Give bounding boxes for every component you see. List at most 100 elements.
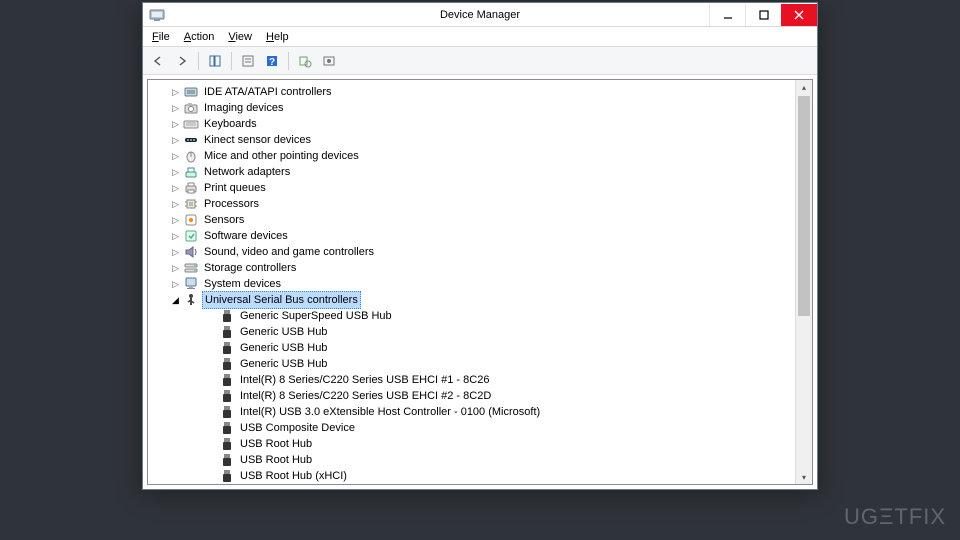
tree-device[interactable]: Generic USB Hub [148, 356, 795, 372]
device-manager-window: Device Manager File Action View Help [142, 2, 818, 490]
tree-item-label: Intel(R) 8 Series/C220 Series USB EHCI #… [238, 388, 493, 404]
usbdev-icon [219, 388, 235, 404]
menu-action[interactable]: Action [179, 30, 220, 44]
toolbar: ? [143, 47, 817, 75]
device-tree[interactable]: ▷ IDE ATA/ATAPI controllers▷Imaging devic… [148, 80, 795, 484]
tree-item-label: System devices [202, 276, 283, 292]
tree-category[interactable]: ▷ Sound, video and game controllers [148, 244, 795, 260]
expand-icon[interactable]: ▷ [170, 231, 181, 242]
tree-category[interactable]: ▷ Mice and other pointing devices [148, 148, 795, 164]
mouse-icon [183, 148, 199, 164]
camera-icon [183, 100, 199, 116]
expand-icon[interactable]: ▷ [170, 215, 181, 226]
tree-category[interactable]: ▷ Storage controllers [148, 260, 795, 276]
expand-icon[interactable]: ▷ [170, 119, 181, 130]
tree-category[interactable]: ▷ Network adapters [148, 164, 795, 180]
tree-device[interactable]: Generic SuperSpeed USB Hub [148, 308, 795, 324]
tree-item-label: Network adapters [202, 164, 292, 180]
usbdev-icon [219, 420, 235, 436]
tree-category[interactable]: ▷Software devices [148, 228, 795, 244]
usbdev-icon [219, 436, 235, 452]
scan-hardware-button[interactable] [294, 50, 316, 72]
tree-item-label: Processors [202, 196, 261, 212]
tree-device[interactable]: USB Composite Device [148, 420, 795, 436]
tree-spacer [206, 455, 217, 466]
tree-category[interactable]: ▷ System devices [148, 276, 795, 292]
help-button[interactable]: ? [261, 50, 283, 72]
tree-category[interactable]: ▷Keyboards [148, 116, 795, 132]
tree-item-label: Generic SuperSpeed USB Hub [238, 308, 394, 324]
expand-icon[interactable]: ▷ [170, 247, 181, 258]
tree-item-label: Sound, video and game controllers [202, 244, 376, 260]
tree-item-label: USB Root Hub [238, 452, 314, 468]
scroll-down-arrow[interactable]: ▾ [796, 470, 812, 484]
tree-category[interactable]: ▷ Sensors [148, 212, 795, 228]
tree-item-label: IDE ATA/ATAPI controllers [202, 84, 334, 100]
properties-button[interactable] [237, 50, 259, 72]
usbdev-icon [219, 324, 235, 340]
close-button[interactable] [781, 4, 817, 26]
tree-category[interactable]: ▷ Processors [148, 196, 795, 212]
expand-icon[interactable]: ▷ [170, 279, 181, 290]
expand-icon[interactable]: ▷ [170, 151, 181, 162]
tree-device[interactable]: Generic USB Hub [148, 324, 795, 340]
expand-icon[interactable]: ▷ [170, 87, 181, 98]
tree-device[interactable]: USB Root Hub [148, 436, 795, 452]
tree-device[interactable]: Generic USB Hub [148, 340, 795, 356]
expand-icon[interactable]: ▷ [170, 167, 181, 178]
content-area: ▷ IDE ATA/ATAPI controllers▷Imaging devic… [147, 79, 813, 485]
system-icon [183, 276, 199, 292]
scrollbar-thumb[interactable] [798, 96, 810, 316]
minimize-button[interactable] [709, 4, 745, 26]
collapse-icon[interactable]: ◢ [170, 295, 181, 306]
usbdev-icon [219, 340, 235, 356]
tree-item-label: Storage controllers [202, 260, 298, 276]
expand-icon[interactable]: ▷ [170, 199, 181, 210]
tree-item-label: Sensors [202, 212, 246, 228]
tree-device[interactable]: Intel(R) 8 Series/C220 Series USB EHCI #… [148, 388, 795, 404]
keyboard-icon [183, 116, 199, 132]
back-button[interactable] [147, 50, 169, 72]
expand-icon[interactable]: ▷ [170, 183, 181, 194]
menu-view[interactable]: View [223, 30, 257, 44]
tree-spacer [206, 359, 217, 370]
sensor-icon [183, 212, 199, 228]
tree-spacer [206, 327, 217, 338]
expand-icon[interactable]: ▷ [170, 103, 181, 114]
tree-item-label: Intel(R) USB 3.0 eXtensible Host Control… [238, 404, 542, 420]
tree-item-label: Generic USB Hub [238, 340, 329, 356]
menu-file[interactable]: File [147, 30, 175, 44]
usbdev-icon [219, 468, 235, 484]
vertical-scrollbar[interactable]: ▴ ▾ [795, 80, 812, 484]
show-hide-tree-button[interactable] [204, 50, 226, 72]
expand-icon[interactable]: ▷ [170, 263, 181, 274]
scroll-up-arrow[interactable]: ▴ [796, 80, 812, 94]
tree-spacer [206, 343, 217, 354]
tree-device[interactable]: USB Root Hub [148, 452, 795, 468]
tree-device[interactable]: Intel(R) 8 Series/C220 Series USB EHCI #… [148, 372, 795, 388]
tree-device[interactable]: USB Root Hub (xHCI) [148, 468, 795, 484]
tree-item-label: USB Root Hub [238, 436, 314, 452]
tree-category[interactable]: ▷Imaging devices [148, 100, 795, 116]
maximize-button[interactable] [745, 4, 781, 26]
usbdev-icon [219, 356, 235, 372]
network-icon [183, 164, 199, 180]
menu-help[interactable]: Help [261, 30, 294, 44]
forward-button[interactable] [171, 50, 193, 72]
storage-icon [183, 260, 199, 276]
uninstall-button[interactable] [318, 50, 340, 72]
expand-icon[interactable]: ▷ [170, 135, 181, 146]
app-icon [149, 7, 165, 23]
tree-spacer [206, 471, 217, 482]
tree-category[interactable]: ▷Print queues [148, 180, 795, 196]
tree-item-label: Mice and other pointing devices [202, 148, 361, 164]
tree-category[interactable]: ▷Kinect sensor devices [148, 132, 795, 148]
tree-device[interactable]: Intel(R) USB 3.0 eXtensible Host Control… [148, 404, 795, 420]
titlebar[interactable]: Device Manager [143, 3, 817, 27]
tree-category-usb[interactable]: ◢Universal Serial Bus controllers [148, 292, 795, 308]
ide-icon [183, 84, 199, 100]
tree-category[interactable]: ▷ IDE ATA/ATAPI controllers [148, 84, 795, 100]
svg-text:?: ? [269, 57, 275, 68]
window-controls [709, 4, 817, 26]
tree-spacer [206, 375, 217, 386]
